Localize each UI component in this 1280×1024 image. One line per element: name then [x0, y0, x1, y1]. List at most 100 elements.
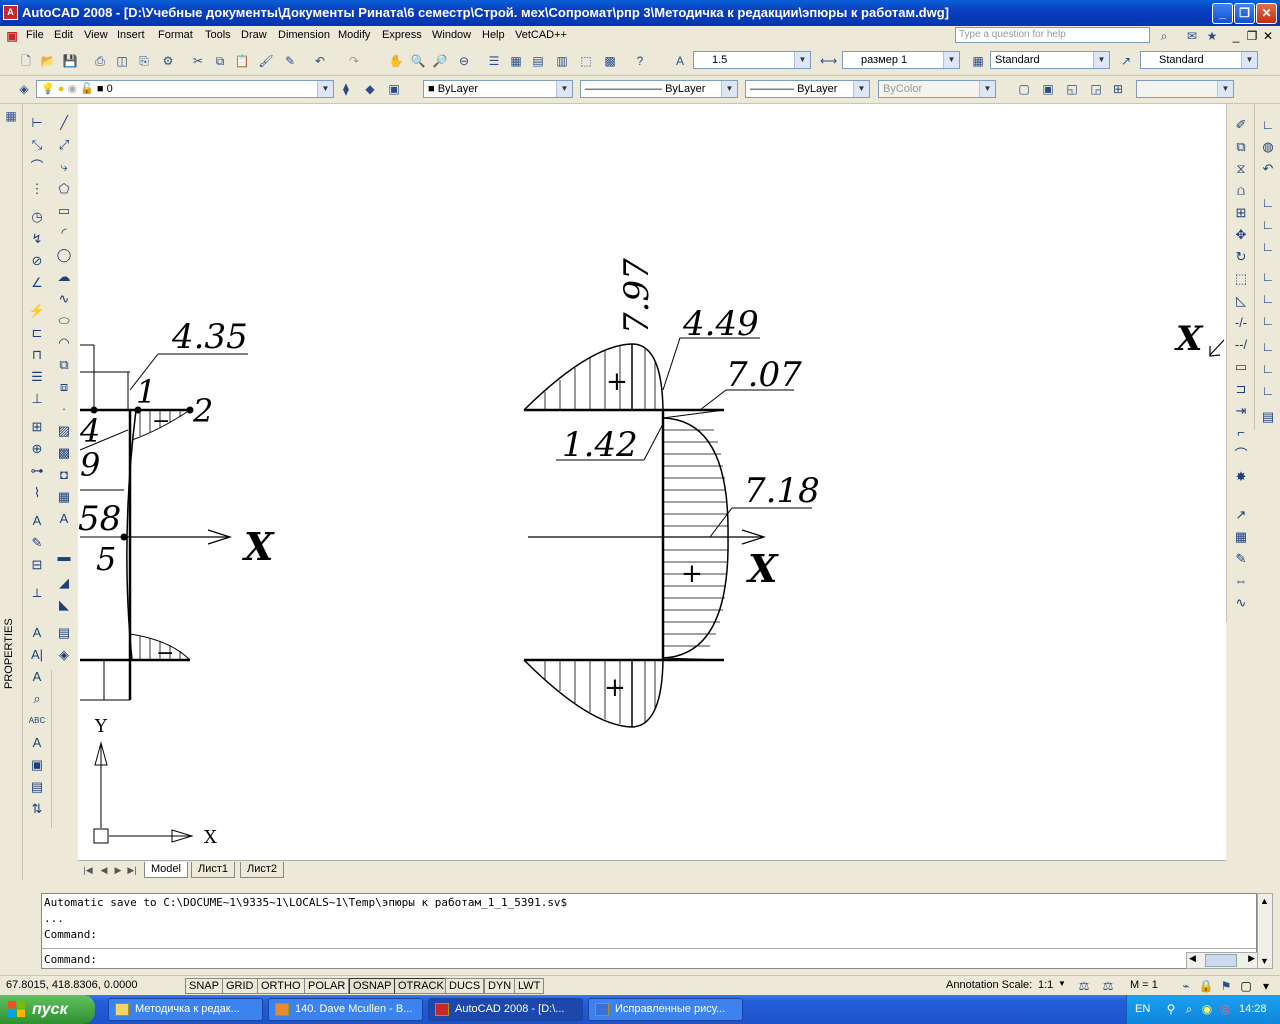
jogged-linear-icon[interactable]: ⌇ [26, 482, 48, 504]
spline-icon[interactable]: ∿ [53, 288, 75, 310]
zoom-window-icon[interactable]: 🔎 [432, 53, 448, 69]
scroll-down-icon[interactable]: ▼ [1260, 956, 1269, 966]
snap-toggle[interactable]: SNAP [185, 978, 223, 994]
new-icon[interactable]: 🗋 [18, 53, 34, 69]
region-icon[interactable]: ◘ [53, 464, 75, 486]
ucs-face-icon[interactable]: ∟ [1257, 192, 1279, 214]
break-icon[interactable]: ⊐ [1230, 378, 1252, 400]
ellipse-arc-icon[interactable]: ◠ [53, 332, 75, 354]
communication-center-icon[interactable]: ⌁ [1178, 978, 1194, 994]
properties-palette-strip[interactable]: ▦ PROPERTIES [0, 104, 23, 988]
chevron-down-icon[interactable]: ▼ [794, 52, 810, 68]
ucs-object-icon[interactable]: ∟ [1257, 214, 1279, 236]
edit-attribute-icon[interactable]: ✎ [1230, 548, 1252, 570]
language-indicator[interactable]: EN [1135, 1003, 1150, 1015]
scale-text-icon[interactable]: ▣ [26, 754, 48, 776]
communication-icon[interactable]: ✉ [1184, 28, 1200, 44]
multileader-style-icon[interactable]: ↗ [1118, 53, 1134, 69]
layer-freeze-icon[interactable]: ◣ [53, 594, 75, 616]
viewport-clip-icon[interactable]: ◲ [1088, 81, 1104, 97]
freeze-vp-icon[interactable]: ◉ [67, 83, 77, 95]
trim-icon[interactable]: -/- [1230, 312, 1252, 334]
line-icon[interactable]: ╱ [53, 112, 75, 134]
horizontal-scrollbar[interactable]: ◀ ▶ [1186, 952, 1258, 969]
quick-dim-icon[interactable]: ⚡ [26, 300, 48, 322]
jogged-dim-icon[interactable]: ↯ [26, 228, 48, 250]
gradient-icon[interactable]: ▩ [53, 442, 75, 464]
sheet-set-icon[interactable]: ▥ [554, 53, 570, 69]
textstyle-combo[interactable]: Standard ▼ [990, 51, 1110, 69]
doc-close-icon[interactable]: ✕ [1260, 28, 1276, 44]
baseline-dim-icon[interactable]: ⊏ [26, 322, 48, 344]
menu-format[interactable]: Format [158, 29, 193, 41]
chevron-down-icon[interactable]: ▼ [721, 81, 737, 97]
dimstyle-combo[interactable]: размер 1 ▼ [842, 51, 960, 69]
arc-icon[interactable]: ◜ [53, 222, 75, 244]
ucs-zaxis-icon[interactable]: ∟ [1257, 288, 1279, 310]
multiline-text-icon[interactable]: A [53, 508, 75, 530]
edit-hatch-icon[interactable]: ▦ [1230, 526, 1252, 548]
layer-merge-icon[interactable]: ◈ [53, 644, 75, 666]
ordinate-dim-icon[interactable]: ⋮ [26, 178, 48, 200]
edit-text-icon[interactable]: A [26, 666, 48, 688]
ucs-origin-icon[interactable]: ∟ [1257, 266, 1279, 288]
chevron-down-icon[interactable]: ▼ [943, 52, 959, 68]
table-icon[interactable]: ▦ [53, 486, 75, 508]
linear-dim-icon[interactable]: ⊢ [26, 112, 48, 134]
text-height-combo[interactable]: 1.5 ▼ [693, 51, 811, 69]
dim-style-icon[interactable]: ⟷ [820, 53, 837, 69]
make-block-icon[interactable]: ⧈ [53, 376, 75, 398]
ucs-apply-icon[interactable]: ▤ [1257, 406, 1279, 428]
lwt-toggle[interactable]: LWT [514, 978, 545, 994]
break-at-point-icon[interactable]: ▭ [1230, 356, 1252, 378]
network-icon[interactable]: ⚲ [1163, 1001, 1179, 1017]
menu-file[interactable]: File [26, 29, 44, 41]
otrack-toggle[interactable]: OTRACK [394, 978, 448, 994]
spelling-icon[interactable]: ABC [26, 710, 48, 732]
scroll-right-icon[interactable]: ▶ [1248, 953, 1255, 964]
radius-dim-icon[interactable]: ◷ [26, 206, 48, 228]
mirror-icon[interactable]: ⧖ [1230, 158, 1252, 180]
move-icon[interactable]: ✥ [1230, 224, 1252, 246]
plot-preview-icon[interactable]: ◫ [114, 53, 130, 69]
pan-icon[interactable]: ✋ [388, 53, 404, 69]
properties-label[interactable]: PROPERTIES [3, 618, 15, 689]
properties-icon[interactable]: ☰ [486, 53, 502, 69]
tab-model[interactable]: Model [144, 862, 188, 878]
sun-icon[interactable]: ● [58, 83, 65, 95]
menu-window[interactable]: Window [432, 29, 471, 41]
erase-icon[interactable]: ✐ [1230, 114, 1252, 136]
lightbulb-icon[interactable]: 💡 [41, 83, 55, 95]
mtext-icon[interactable]: A [26, 622, 48, 644]
make-current-layer-icon[interactable]: ⧫ [338, 81, 354, 97]
tab-layout2[interactable]: Лист2 [240, 862, 285, 878]
last-tab-icon[interactable]: ▶| [124, 862, 140, 878]
menu-insert[interactable]: Insert [117, 29, 145, 41]
status-menu-icon[interactable]: ▾ [1258, 978, 1274, 994]
dtext-icon[interactable]: A| [26, 644, 48, 666]
ellipse-icon[interactable]: ⬭ [53, 310, 75, 332]
linetype-combo[interactable]: ——————— ByLayer ▼ [580, 80, 738, 98]
first-tab-icon[interactable]: |◀ [80, 862, 96, 878]
taskbar-item[interactable]: 140. Dave Mcullen - B... [268, 998, 423, 1021]
minimize-button[interactable]: _ [1212, 3, 1233, 24]
dim-space-icon[interactable]: ☰ [26, 366, 48, 388]
chevron-down-icon[interactable]: ▼ [317, 81, 333, 97]
text-style-icon[interactable]: A [672, 53, 688, 69]
palette-icon[interactable]: ▦ [3, 108, 19, 124]
search-icon[interactable]: ⌕ [1156, 28, 1172, 44]
tab-layout1[interactable]: Лист1 [191, 862, 236, 878]
calculator-icon[interactable]: ▩ [602, 53, 618, 69]
circle-icon[interactable]: ◯ [53, 244, 75, 266]
annotation-visibility-icon[interactable]: ⚖ [1076, 978, 1092, 994]
taskbar-item[interactable]: Исправленные рису... [588, 998, 743, 1021]
array-icon[interactable]: ⊞ [1230, 202, 1252, 224]
rectangle-icon[interactable]: ▭ [53, 200, 75, 222]
chamfer-icon[interactable]: ⌐ [1230, 422, 1252, 444]
taskbar-item-active[interactable]: AutoCAD 2008 - [D:\... [428, 998, 583, 1021]
menu-express[interactable]: Express [382, 29, 422, 41]
viewport-polygon-icon[interactable]: ▣ [1040, 81, 1056, 97]
inspection-icon[interactable]: ⊶ [26, 460, 48, 482]
ucs-previous-icon[interactable]: ↶ [1257, 158, 1279, 180]
construction-line-icon[interactable]: ⤢ [53, 134, 75, 156]
